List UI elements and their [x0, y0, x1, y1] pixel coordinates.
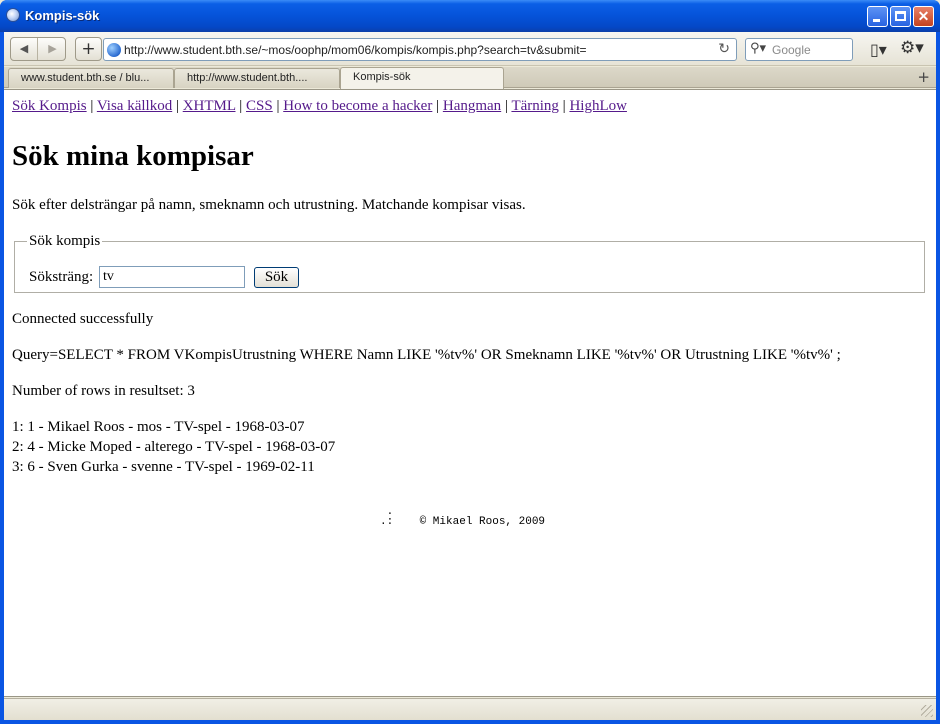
maximize-button[interactable] [890, 6, 911, 27]
nav-link-highlow[interactable]: HighLow [569, 98, 627, 114]
result-row: 2: 4 - Micke Moped - alterego - TV-spel … [12, 439, 336, 455]
address-bar[interactable]: http://www.student.bth.se/~mos/oophp/mom… [103, 38, 737, 61]
site-globe-icon [107, 43, 121, 57]
maximize-icon [895, 11, 906, 21]
address-url[interactable]: http://www.student.bth.se/~mos/oophp/mom… [124, 43, 587, 57]
reload-icon[interactable]: ↻ [718, 41, 730, 57]
nav-link-tarning[interactable]: Tärning [511, 98, 558, 114]
nav-separator: | [276, 98, 280, 114]
row-count: Number of rows in resultset: 3 [12, 383, 195, 399]
result-row: 1: 1 - Mikael Roos - mos - TV-spel - 196… [12, 419, 305, 435]
nav-link-hacker[interactable]: How to become a hacker [283, 98, 432, 114]
window-title: Kompis-sök [25, 8, 100, 23]
footer-logo-bottom: .: [380, 516, 394, 528]
query-text: Query=SELECT * FROM VKompisUtrustning WH… [12, 347, 841, 363]
resize-grip-icon[interactable] [921, 705, 933, 717]
magnifier-icon[interactable]: ⚲▾ [750, 41, 766, 56]
title-bar[interactable]: Kompis-sök ✕ [0, 0, 940, 32]
page-title: Sök mina kompisar [12, 140, 254, 172]
page-menu-icon[interactable]: ▯▾ [870, 40, 887, 59]
page-content: Sök Kompis | Visa källkod | XHTML | CSS … [4, 89, 936, 697]
footer-copyright: © Mikael Roos, 2009 [419, 516, 546, 528]
add-tab-icon[interactable]: + [917, 68, 930, 86]
nav-link-visa-kallkod[interactable]: Visa källkod [97, 98, 172, 114]
browser-app-icon [6, 8, 20, 22]
minimize-icon [873, 19, 880, 22]
status-bar [4, 698, 936, 720]
search-placeholder: Google [772, 43, 811, 57]
nav-separator: | [562, 98, 566, 114]
nav-link-xhtml[interactable]: XHTML [183, 98, 236, 114]
tab-2[interactable]: http://www.student.bth.... [174, 68, 340, 88]
search-label: Söksträng: [29, 269, 94, 285]
nav-separator: | [436, 98, 440, 114]
nav-separator: | [175, 98, 179, 114]
close-icon: ✕ [917, 8, 930, 24]
browser-window: Kompis-sök ✕ ◀ ▶ + http://www.student.bt… [0, 0, 940, 724]
site-navigation: Sök Kompis | Visa källkod | XHTML | CSS … [12, 98, 627, 115]
nav-link-hangman[interactable]: Hangman [443, 98, 501, 114]
nav-link-css[interactable]: CSS [246, 98, 273, 114]
tab-3-active[interactable]: Kompis-sök [340, 67, 504, 89]
nav-link-sok-kompis[interactable]: Sök Kompis [12, 98, 87, 114]
gear-icon[interactable]: ⚙▾ [900, 38, 924, 58]
nav-separator: | [504, 98, 508, 114]
minimize-button[interactable] [867, 6, 888, 27]
forward-button[interactable]: ▶ [39, 38, 66, 60]
back-button[interactable]: ◀ [11, 38, 38, 60]
tab-strip: www.student.bth.se / blu... http://www.s… [4, 67, 936, 89]
navigation-toolbar: ◀ ▶ + http://www.student.bth.se/~mos/oop… [4, 32, 936, 66]
search-fieldset: Sök kompis Söksträng: Sök [14, 233, 925, 293]
search-box[interactable]: ⚲▾ Google [745, 38, 853, 61]
page-footer: . .: © Mikael Roos, 2009 [380, 507, 546, 528]
search-input[interactable] [99, 266, 245, 288]
connection-status: Connected successfully [12, 311, 154, 327]
result-row: 3: 6 - Sven Gurka - svenne - TV-spel - 1… [12, 459, 315, 475]
browser-client: ◀ ▶ + http://www.student.bth.se/~mos/oop… [4, 32, 936, 720]
back-forward-group: ◀ ▶ [10, 37, 66, 61]
close-button[interactable]: ✕ [913, 6, 934, 27]
search-legend: Sök kompis [29, 233, 101, 249]
new-tab-button[interactable]: + [75, 37, 102, 61]
intro-text: Sök efter delsträngar på namn, smeknamn … [12, 197, 526, 213]
nav-separator: | [239, 98, 243, 114]
tab-1[interactable]: www.student.bth.se / blu... [8, 68, 174, 88]
search-button[interactable]: Sök [254, 267, 299, 288]
nav-separator: | [90, 98, 94, 114]
